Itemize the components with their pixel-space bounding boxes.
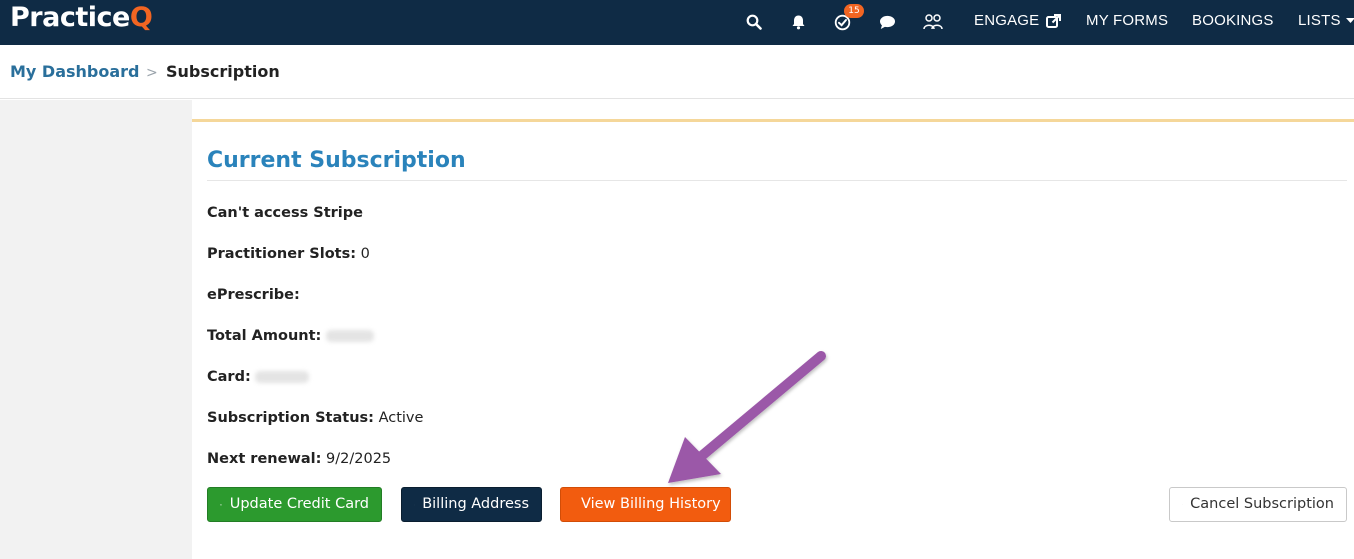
nav-engage[interactable]: ENGAGE	[974, 12, 1062, 30]
cancel-subscription-button[interactable]: Cancel Subscription	[1169, 487, 1347, 522]
subscription-panel: Current Subscription Can't access Stripe…	[192, 119, 1354, 559]
bell-icon[interactable]	[787, 11, 809, 33]
nav-my-forms[interactable]: MY FORMS	[1086, 12, 1168, 30]
nav-bookings[interactable]: BOOKINGS	[1192, 12, 1274, 30]
people-icon[interactable]	[922, 11, 944, 33]
credit-card-icon	[220, 503, 222, 506]
external-link-icon	[1046, 13, 1062, 28]
update-credit-card-button[interactable]: Update Credit Card	[207, 487, 382, 522]
redacted-total-amount	[325, 330, 374, 342]
card-row: Card:	[207, 367, 310, 387]
left-sidebar	[0, 100, 192, 559]
breadcrumb: My Dashboard > Subscription	[0, 45, 1354, 99]
tasks-count-badge: 15	[844, 4, 864, 18]
billing-address-button[interactable]: Billing Address	[401, 487, 542, 522]
practiceq-logo[interactable]: PracticeQ	[10, 2, 153, 34]
breadcrumb-separator: >	[146, 65, 158, 81]
page-title: Current Subscription	[207, 148, 466, 173]
breadcrumb-my-dashboard[interactable]: My Dashboard	[10, 62, 140, 82]
breadcrumb-current-page: Subscription	[166, 62, 280, 81]
top-navbar: PracticeQ 15 ENGAGE MY FORMS BOOKINGS LI…	[0, 0, 1354, 45]
subscription-status-row: Subscription Status: Active	[207, 410, 424, 426]
view-billing-history-button[interactable]: View Billing History	[560, 487, 731, 522]
next-renewal-row: Next renewal: 9/2/2025	[207, 451, 392, 467]
stripe-notice: Can't access Stripe	[207, 205, 363, 221]
redacted-card	[255, 371, 310, 383]
total-amount-row: Total Amount:	[207, 326, 374, 346]
practitioner-slots-row: Practitioner Slots: 0	[207, 246, 370, 262]
title-divider	[207, 180, 1347, 181]
search-icon[interactable]	[743, 11, 765, 33]
nav-lists[interactable]: LISTS	[1298, 12, 1354, 30]
chat-bubble-icon[interactable]	[876, 11, 898, 33]
caret-down-icon	[1345, 18, 1354, 23]
eprescribe-row: ePrescribe:	[207, 287, 300, 303]
